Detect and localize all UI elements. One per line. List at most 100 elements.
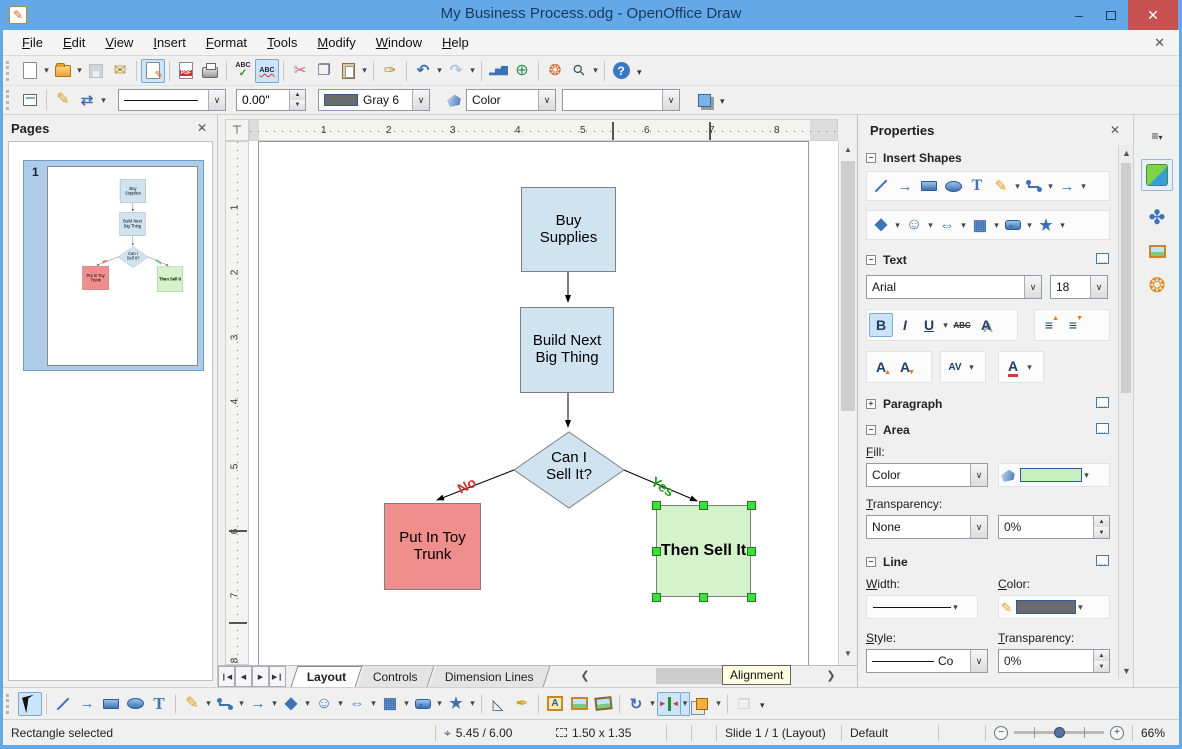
sidebar-tab-gallery[interactable] [1141,235,1173,267]
star-dropdown[interactable] [1058,213,1067,237]
font-name-select[interactable]: Arial [866,275,1042,299]
glue-points-button[interactable]: ✒ [510,692,534,716]
insert-chart-button[interactable]: ▂▅▇ [486,59,510,83]
minimize-button[interactable]: – [1064,0,1094,30]
document-close-icon[interactable]: ✕ [1154,35,1165,51]
shadow-button[interactable] [692,88,716,112]
fill-color-select[interactable] [562,89,680,111]
paragraph-dialog-launcher-icon[interactable] [1096,397,1109,411]
menu-format[interactable]: Format [197,32,256,53]
font-color-button[interactable]: A [1001,355,1025,379]
open-dropdown[interactable] [75,59,84,83]
decrease-spacing-button[interactable]: ≡ ▼ [1061,313,1085,337]
basic-shapes-button[interactable]: ◆ [279,692,303,716]
menu-modify[interactable]: Modify [308,32,364,53]
block-arrows-dropdown[interactable] [369,692,378,716]
fontwork-button[interactable]: A [543,692,567,716]
fill-color-dropdown[interactable] [1082,463,1091,487]
hyperlink-button[interactable]: ⊕ [510,59,534,83]
toolbar-grip[interactable] [6,60,14,81]
line-section-header[interactable]: − Line [866,555,908,569]
properties-close-icon[interactable]: ✕ [1110,123,1120,137]
vertical-scrollbar[interactable]: ▲ ▼ [838,141,857,665]
flow-node-sell[interactable]: Then Sell It [156,266,184,292]
line-tool-button[interactable] [51,692,75,716]
symbol-shapes-dropdown[interactable] [926,213,935,237]
drawing-page[interactable]: No Yes Buy Supplies Build Next Big Thing… [258,141,809,665]
zoom-track[interactable] [1014,727,1104,738]
freeform-tool-button[interactable]: ✎ [989,174,1013,198]
font-size-select[interactable]: 18 [1050,275,1108,299]
flowchart-dropdown[interactable] [992,213,1001,237]
flow-node-build[interactable]: Build Next Big Thing [520,307,614,393]
properties-scrollbar[interactable]: ▲ ▼ [1118,145,1133,679]
character-spacing-button[interactable]: AV [943,355,967,379]
decrease-font-button[interactable]: A ▼ [893,355,917,379]
character-spacing-dropdown[interactable] [967,355,976,379]
redo-dropdown[interactable] [468,59,477,83]
shadow-toggle-button[interactable]: ❐ [732,692,756,716]
insert-from-file-button[interactable] [567,692,591,716]
line-color-select[interactable]: Gray 6 [318,89,430,111]
undo-button[interactable]: ↶ [411,59,435,83]
props-scroll-down-icon[interactable]: ▼ [1122,666,1131,676]
block-arrows-button[interactable]: ⇔ [935,213,959,237]
close-button[interactable]: ✕ [1128,0,1178,30]
props-scroll-up-icon[interactable]: ▲ [1122,148,1131,158]
flowchart-shapes-button[interactable]: ▦ [378,692,402,716]
tab-controls[interactable]: Controls [357,666,435,687]
selection-handle-w[interactable] [652,547,661,556]
zoom-button[interactable]: ⚲ [567,59,591,83]
open-button[interactable] [51,59,75,83]
symbol-shapes-button[interactable]: ☺ [312,692,336,716]
fill-bucket-button[interactable] [442,88,466,112]
cut-button[interactable]: ✂ [288,59,312,83]
print-button[interactable] [198,59,222,83]
character-shadow-button[interactable]: A [974,313,998,337]
transparency-type-select[interactable]: None [866,515,988,539]
line-color-picker[interactable]: ✎ [998,595,1110,619]
email-button[interactable]: ✉ [108,59,132,83]
zoom-in-icon[interactable]: + [1110,725,1124,740]
rotate-button[interactable]: ↻ [624,692,648,716]
area-fill-color-picker[interactable] [998,463,1110,487]
menu-file[interactable]: File [13,32,52,53]
select-tool-button[interactable] [18,691,42,716]
lines-arrows-dropdown[interactable] [270,692,279,716]
zoom-thumb[interactable] [1054,727,1065,738]
rectangle-tool-button[interactable] [917,174,941,198]
basic-shapes-button[interactable]: ◆ [869,213,893,237]
maximize-button[interactable] [1096,0,1126,30]
strikethrough-button[interactable]: ABC [950,313,974,337]
symbol-shapes-dropdown[interactable] [336,692,345,716]
yes-label[interactable]: Yes [648,473,677,500]
connector-tool-button[interactable] [1022,174,1046,198]
ruler-corner[interactable]: ⊤ [225,119,249,141]
menu-tools[interactable]: Tools [258,32,306,53]
ellipse-tool-button[interactable] [941,174,965,198]
collapse-icon[interactable]: − [866,557,876,567]
callout-shapes-button[interactable] [1001,213,1025,237]
zoom-percent[interactable]: 66% [1133,726,1179,740]
vscroll-thumb[interactable] [841,161,855,411]
connector-dropdown[interactable] [1046,174,1055,198]
collapse-icon[interactable]: − [866,153,876,163]
save-button[interactable] [84,59,108,83]
line-pen-button[interactable]: ✎ [51,88,75,112]
undo-dropdown[interactable] [435,59,444,83]
horizontal-ruler[interactable]: 1 2 3 4 5 6 7 8 [249,119,838,141]
paragraph-section-header[interactable]: + Paragraph [866,397,942,411]
transparency-value-input[interactable]: 0% ▲ ▼ [998,515,1110,539]
freeform-dropdown[interactable] [1013,174,1022,198]
previous-page-button[interactable]: ◀ [235,666,252,687]
next-page-button[interactable]: ▶ [252,666,269,687]
drawing-toolbar-overflow[interactable] [760,695,765,713]
vscroll-up-icon[interactable]: ▲ [841,143,855,157]
redo-button[interactable]: ↷ [444,59,468,83]
vertical-ruler[interactable]: 1 2 3 4 5 6 7 8 [225,141,249,665]
text-tool-button[interactable]: T [147,692,171,716]
last-page-button[interactable]: ▶❙ [269,666,286,687]
area-fill-type-select[interactable]: Color [866,463,988,487]
arrow-style-button[interactable]: ⇄ [75,88,99,112]
basic-shapes-dropdown[interactable] [893,213,902,237]
